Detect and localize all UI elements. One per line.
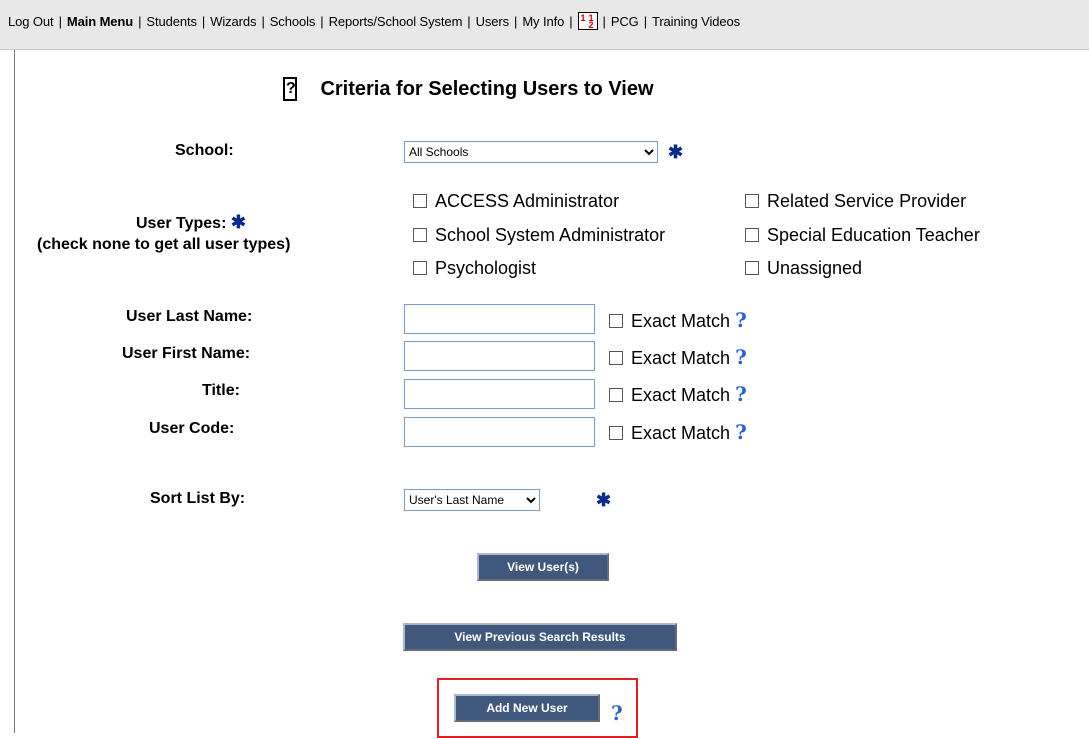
- nav-main-menu[interactable]: Main Menu: [67, 14, 133, 29]
- nav-training-videos[interactable]: Training Videos: [652, 14, 740, 29]
- exact-match-label: Exact Match: [631, 423, 731, 443]
- help-document-icon[interactable]: ?: [283, 77, 297, 101]
- view-previous-search-results-button[interactable]: View Previous Search Results: [403, 623, 677, 651]
- school-select[interactable]: All Schools: [404, 141, 658, 163]
- sort-list-by-select[interactable]: User's Last Name: [404, 489, 540, 511]
- user-first-name-label: User First Name:: [122, 345, 251, 362]
- user-code-input[interactable]: [404, 417, 595, 447]
- exact-match-label: Exact Match: [631, 311, 731, 331]
- nav-separator: |: [643, 14, 647, 29]
- checkbox[interactable]: [745, 260, 759, 275]
- user-code-exact-match[interactable]: Exact Match ?: [609, 420, 747, 444]
- view-users-button[interactable]: View User(s): [477, 553, 609, 581]
- title-input[interactable]: [404, 379, 595, 409]
- sort-list-by-label: Sort List By:: [150, 490, 246, 507]
- nav-separator: |: [261, 14, 265, 29]
- help-icon[interactable]: ?: [735, 382, 747, 406]
- user-last-name-label: User Last Name:: [126, 308, 253, 325]
- checkbox[interactable]: [609, 313, 623, 328]
- user-type-label: ACCESS Administrator: [435, 191, 620, 211]
- user-type-related-service-provider[interactable]: Related Service Provider: [745, 191, 966, 212]
- nav-separator: |: [58, 14, 62, 29]
- page-title-row: ? Criteria for Selecting Users to View: [283, 77, 654, 107]
- checkbox[interactable]: [413, 260, 427, 275]
- checkbox[interactable]: [745, 193, 759, 208]
- first-name-exact-match[interactable]: Exact Match ?: [609, 345, 747, 369]
- nav-students[interactable]: Students: [146, 14, 197, 29]
- top-navigation-bar: Log Out | Main Menu | Students | Wizards | Schoo…: [0, 0, 1089, 50]
- checkbox[interactable]: [745, 227, 759, 242]
- user-types-label: User Types:: [136, 215, 227, 232]
- add-new-user-button[interactable]: Add New User: [454, 694, 600, 722]
- nav-links: Log Out | Main Menu | Students | Wizards | Schoo…: [8, 12, 740, 31]
- calculator-icon[interactable]: 112: [577, 12, 598, 31]
- required-star-icon: ✱: [596, 490, 612, 510]
- user-code-label: User Code:: [149, 420, 235, 437]
- checkbox[interactable]: [413, 227, 427, 242]
- user-type-psychologist[interactable]: Psychologist: [413, 258, 536, 279]
- user-type-label: Unassigned: [767, 258, 863, 278]
- nav-schools[interactable]: Schools: [270, 14, 316, 29]
- checkbox[interactable]: [609, 350, 623, 365]
- exact-match-label: Exact Match: [631, 385, 731, 405]
- checkbox[interactable]: [413, 193, 427, 208]
- help-icon[interactable]: ?: [611, 701, 623, 725]
- help-document-glyph: ?: [286, 80, 296, 97]
- last-name-exact-match[interactable]: Exact Match ?: [609, 308, 747, 332]
- school-label: School:: [175, 142, 234, 159]
- nav-separator: |: [320, 14, 324, 29]
- nav-reports-school-system[interactable]: Reports/School System: [329, 14, 463, 29]
- user-type-unassigned[interactable]: Unassigned: [745, 258, 862, 279]
- help-icon[interactable]: ?: [735, 308, 747, 332]
- user-type-label: Special Education Teacher: [767, 225, 980, 245]
- title-exact-match[interactable]: Exact Match ?: [609, 382, 747, 406]
- help-icon[interactable]: ?: [735, 345, 747, 369]
- title-label: Title:: [202, 382, 240, 399]
- required-star-icon: ✱: [668, 142, 684, 162]
- user-type-special-ed-teacher[interactable]: Special Education Teacher: [745, 225, 980, 246]
- user-first-name-input[interactable]: [404, 341, 595, 371]
- content-left-border: [14, 50, 15, 733]
- user-last-name-input[interactable]: [404, 304, 595, 334]
- nav-log-out[interactable]: Log Out: [8, 14, 54, 29]
- exact-match-label: Exact Match: [631, 348, 731, 368]
- user-types-label-row: User Types: ✱: [136, 212, 326, 233]
- calc-digit: 2: [588, 20, 594, 31]
- user-type-label: School System Administrator: [435, 225, 666, 245]
- user-type-access-admin[interactable]: ACCESS Administrator: [413, 191, 619, 212]
- nav-separator: |: [569, 14, 573, 29]
- nav-wizards[interactable]: Wizards: [210, 14, 256, 29]
- nav-my-info[interactable]: My Info: [522, 14, 564, 29]
- required-star-icon: ✱: [230, 212, 246, 232]
- nav-separator: |: [201, 14, 206, 29]
- checkbox[interactable]: [609, 425, 623, 440]
- user-types-hint: (check none to get all user types): [37, 236, 291, 253]
- nav-pcg[interactable]: PCG: [611, 14, 639, 29]
- calc-digit: 1: [580, 13, 586, 24]
- nav-separator: |: [138, 14, 142, 29]
- nav-users[interactable]: Users: [476, 14, 510, 29]
- nav-separator: |: [514, 14, 518, 29]
- nav-separator: |: [602, 14, 606, 29]
- user-type-school-system-admin[interactable]: School System Administrator: [413, 225, 665, 246]
- user-type-label: Psychologist: [435, 258, 537, 278]
- help-icon[interactable]: ?: [735, 420, 747, 444]
- checkbox[interactable]: [609, 387, 623, 402]
- page-title: Criteria for Selecting Users to View: [320, 77, 654, 100]
- user-type-label: Related Service Provider: [767, 191, 967, 211]
- nav-separator: |: [467, 14, 471, 29]
